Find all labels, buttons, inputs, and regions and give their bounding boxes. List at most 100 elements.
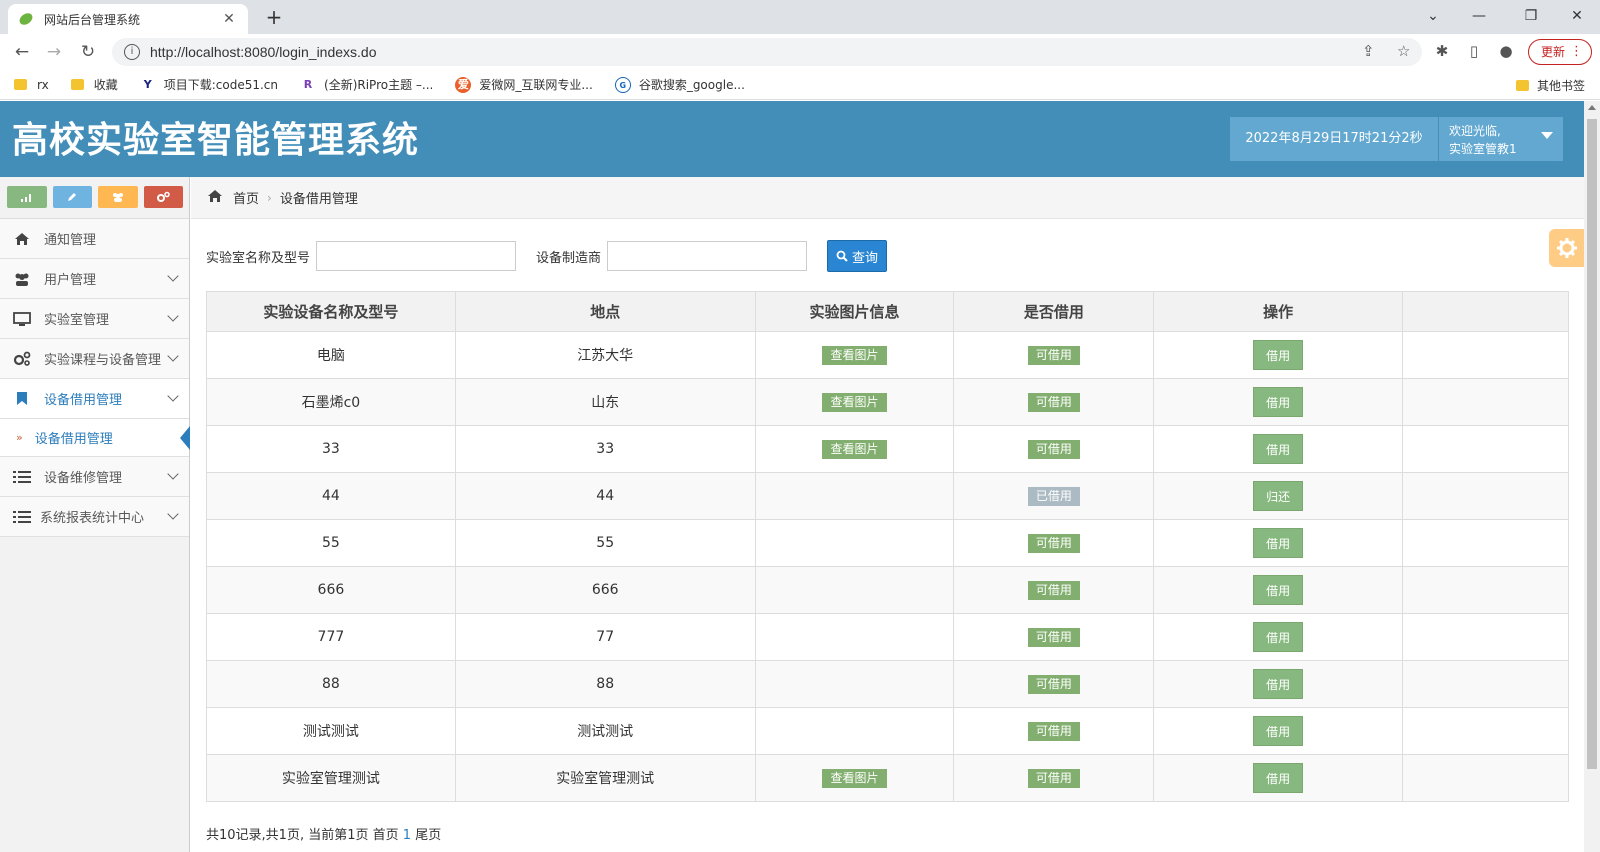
bookmark-item[interactable]: R (全新)RiPro主题 –... bbox=[300, 76, 434, 93]
sidebar-item-reports[interactable]: 系统报表统计中心 bbox=[0, 497, 189, 537]
cogs-shortcut-button[interactable] bbox=[143, 186, 183, 208]
breadcrumb-home[interactable]: 首页 bbox=[233, 188, 259, 207]
signal-shortcut-button[interactable] bbox=[7, 186, 47, 208]
borrow-button[interactable]: 借用 bbox=[1253, 340, 1304, 370]
cell-location: 实验室管理测试 bbox=[454, 754, 756, 802]
cell-empty bbox=[1402, 754, 1569, 802]
borrow-button[interactable]: 借用 bbox=[1253, 622, 1304, 652]
pencil-icon bbox=[68, 193, 77, 201]
chevron-down-icon bbox=[167, 350, 179, 362]
browser-tab[interactable]: 网站后台管理系统 ✕ bbox=[8, 4, 248, 34]
sidebar-item-notice[interactable]: 通知管理 bbox=[0, 219, 189, 259]
status-badge: 可借用 bbox=[1027, 580, 1080, 600]
cell-image bbox=[754, 707, 955, 755]
bookmark-item[interactable]: Y 项目下载:code51.cn bbox=[140, 76, 278, 93]
cell-status: 已借用 bbox=[953, 472, 1155, 520]
pager-last[interactable]: 尾页 bbox=[415, 828, 441, 843]
status-badge: 可借用 bbox=[1027, 768, 1080, 788]
url-field[interactable]: i http://localhost:8080/login_indexs.do … bbox=[112, 38, 1422, 66]
borrow-button[interactable]: 借用 bbox=[1253, 763, 1304, 793]
home-icon[interactable] bbox=[207, 189, 223, 207]
sidebar-item-labs[interactable]: 实验室管理 bbox=[0, 299, 189, 339]
cell-device-name: 石墨烯c0 bbox=[206, 378, 456, 426]
user-menu[interactable]: 欢迎光临, 实验室管教1 bbox=[1439, 117, 1563, 161]
manufacturer-input[interactable] bbox=[607, 241, 808, 271]
chevron-down-icon bbox=[167, 508, 179, 520]
star-icon[interactable]: ☆ bbox=[1397, 42, 1410, 60]
query-button[interactable]: 查询 bbox=[827, 240, 888, 272]
page-scrollbar[interactable] bbox=[1584, 101, 1600, 852]
bookmark-item[interactable]: 爱爱微网_互联网专业... bbox=[455, 76, 593, 93]
bookmark-item[interactable]: 收藏 bbox=[70, 76, 118, 93]
cell-action: 借用 bbox=[1153, 566, 1404, 614]
app-header: 高校实验室智能管理系统 2022年8月29日17时21分2秒 欢迎光临, 实验室… bbox=[0, 101, 1584, 177]
borrow-button[interactable]: 借用 bbox=[1253, 716, 1304, 746]
view-image-link[interactable]: 查看图片 bbox=[822, 768, 887, 788]
sidebar-item-label: 实验室管理 bbox=[44, 313, 110, 328]
chevron-down-icon bbox=[167, 468, 179, 480]
borrow-button[interactable]: 借用 bbox=[1253, 669, 1304, 699]
pencil-shortcut-button[interactable] bbox=[52, 186, 92, 208]
close-icon[interactable]: ✕ bbox=[220, 11, 238, 27]
view-image-link[interactable]: 查看图片 bbox=[822, 439, 887, 459]
chevron-down-icon[interactable]: ⌄ bbox=[1410, 0, 1456, 34]
view-image-link[interactable]: 查看图片 bbox=[822, 392, 887, 412]
sidebar-item-courses-devices[interactable]: 实验课程与设备管理 bbox=[0, 339, 189, 379]
puzzle-icon[interactable]: ✱ bbox=[1432, 42, 1452, 60]
new-tab-button[interactable]: + bbox=[260, 4, 288, 30]
scroll-thumb[interactable] bbox=[1587, 119, 1597, 769]
cell-action: 借用 bbox=[1153, 425, 1404, 473]
return-button[interactable]: 归还 bbox=[1253, 481, 1304, 511]
sidebar-subitem-borrow[interactable]: » 设备借用管理 bbox=[0, 419, 190, 457]
sidebar-subitem-label: 设备借用管理 bbox=[34, 432, 113, 447]
restore-button[interactable]: ❐ bbox=[1508, 0, 1554, 34]
update-button[interactable]: 更新 ⋮ bbox=[1528, 39, 1592, 65]
settings-toggle[interactable] bbox=[1549, 229, 1585, 267]
bookmark-item[interactable]: rx bbox=[14, 78, 49, 92]
cell-location: 测试测试 bbox=[454, 707, 756, 755]
cell-empty bbox=[1402, 613, 1569, 661]
app-title: 高校实验室智能管理系统 bbox=[12, 120, 420, 161]
bookmark-item[interactable]: G 谷歌搜索_google... bbox=[614, 76, 745, 93]
borrow-button[interactable]: 借用 bbox=[1253, 575, 1304, 605]
profile-icon[interactable]: ● bbox=[1496, 42, 1516, 60]
forward-button[interactable]: → bbox=[42, 40, 66, 64]
sidebar-item-users[interactable]: 用户管理 bbox=[0, 259, 189, 299]
borrow-button[interactable]: 借用 bbox=[1253, 528, 1304, 558]
window-close-button[interactable]: ✕ bbox=[1554, 0, 1600, 34]
borrow-button[interactable]: 借用 bbox=[1253, 387, 1304, 417]
sidebar-item-repair[interactable]: 设备维修管理 bbox=[0, 457, 189, 497]
cell-image bbox=[754, 613, 955, 661]
lab-name-input[interactable] bbox=[316, 241, 517, 271]
folder-icon bbox=[1516, 80, 1529, 91]
status-badge: 已借用 bbox=[1027, 486, 1080, 506]
sidebar: 通知管理 用户管理 实验室管理 实验课程与设备管理 设备借用管理 » 设备借用管… bbox=[0, 177, 190, 852]
minimize-button[interactable]: — bbox=[1456, 0, 1502, 34]
sidebar-item-borrow[interactable]: 设备借用管理 bbox=[0, 379, 189, 419]
active-pointer bbox=[180, 426, 190, 450]
sidepanel-icon[interactable]: ▯ bbox=[1464, 42, 1484, 60]
cell-status: 可借用 bbox=[953, 707, 1155, 755]
status-badge: 可借用 bbox=[1027, 345, 1080, 365]
borrow-button[interactable]: 借用 bbox=[1253, 434, 1304, 464]
pager-current-page[interactable]: 1 bbox=[403, 828, 411, 843]
cell-device-name: 88 bbox=[206, 660, 456, 708]
back-button[interactable]: ← bbox=[10, 40, 34, 64]
other-bookmarks-label: 其他书签 bbox=[1537, 79, 1586, 93]
info-icon[interactable]: i bbox=[124, 44, 140, 60]
cell-empty bbox=[1402, 707, 1569, 755]
column-header: 是否借用 bbox=[953, 291, 1155, 332]
pager-summary: 共10记录,共1页, 当前第1页 首页 bbox=[206, 828, 399, 843]
other-bookmarks[interactable]: 其他书签 bbox=[1516, 77, 1585, 94]
table-row: 777 77 可借用 借用 bbox=[206, 613, 1569, 661]
scroll-up-icon[interactable] bbox=[1588, 105, 1596, 110]
cell-device-name: 电脑 bbox=[206, 331, 456, 379]
search-form: 实验室名称及型号 设备制造商 查询 bbox=[206, 240, 888, 272]
reload-button[interactable]: ↻ bbox=[76, 40, 100, 64]
list-icon bbox=[12, 469, 32, 485]
share-icon[interactable]: ⇪ bbox=[1362, 42, 1375, 60]
home-icon bbox=[12, 231, 32, 247]
view-image-link[interactable]: 查看图片 bbox=[822, 345, 887, 365]
cell-location: 33 bbox=[454, 425, 756, 473]
users-shortcut-button[interactable] bbox=[98, 186, 138, 208]
